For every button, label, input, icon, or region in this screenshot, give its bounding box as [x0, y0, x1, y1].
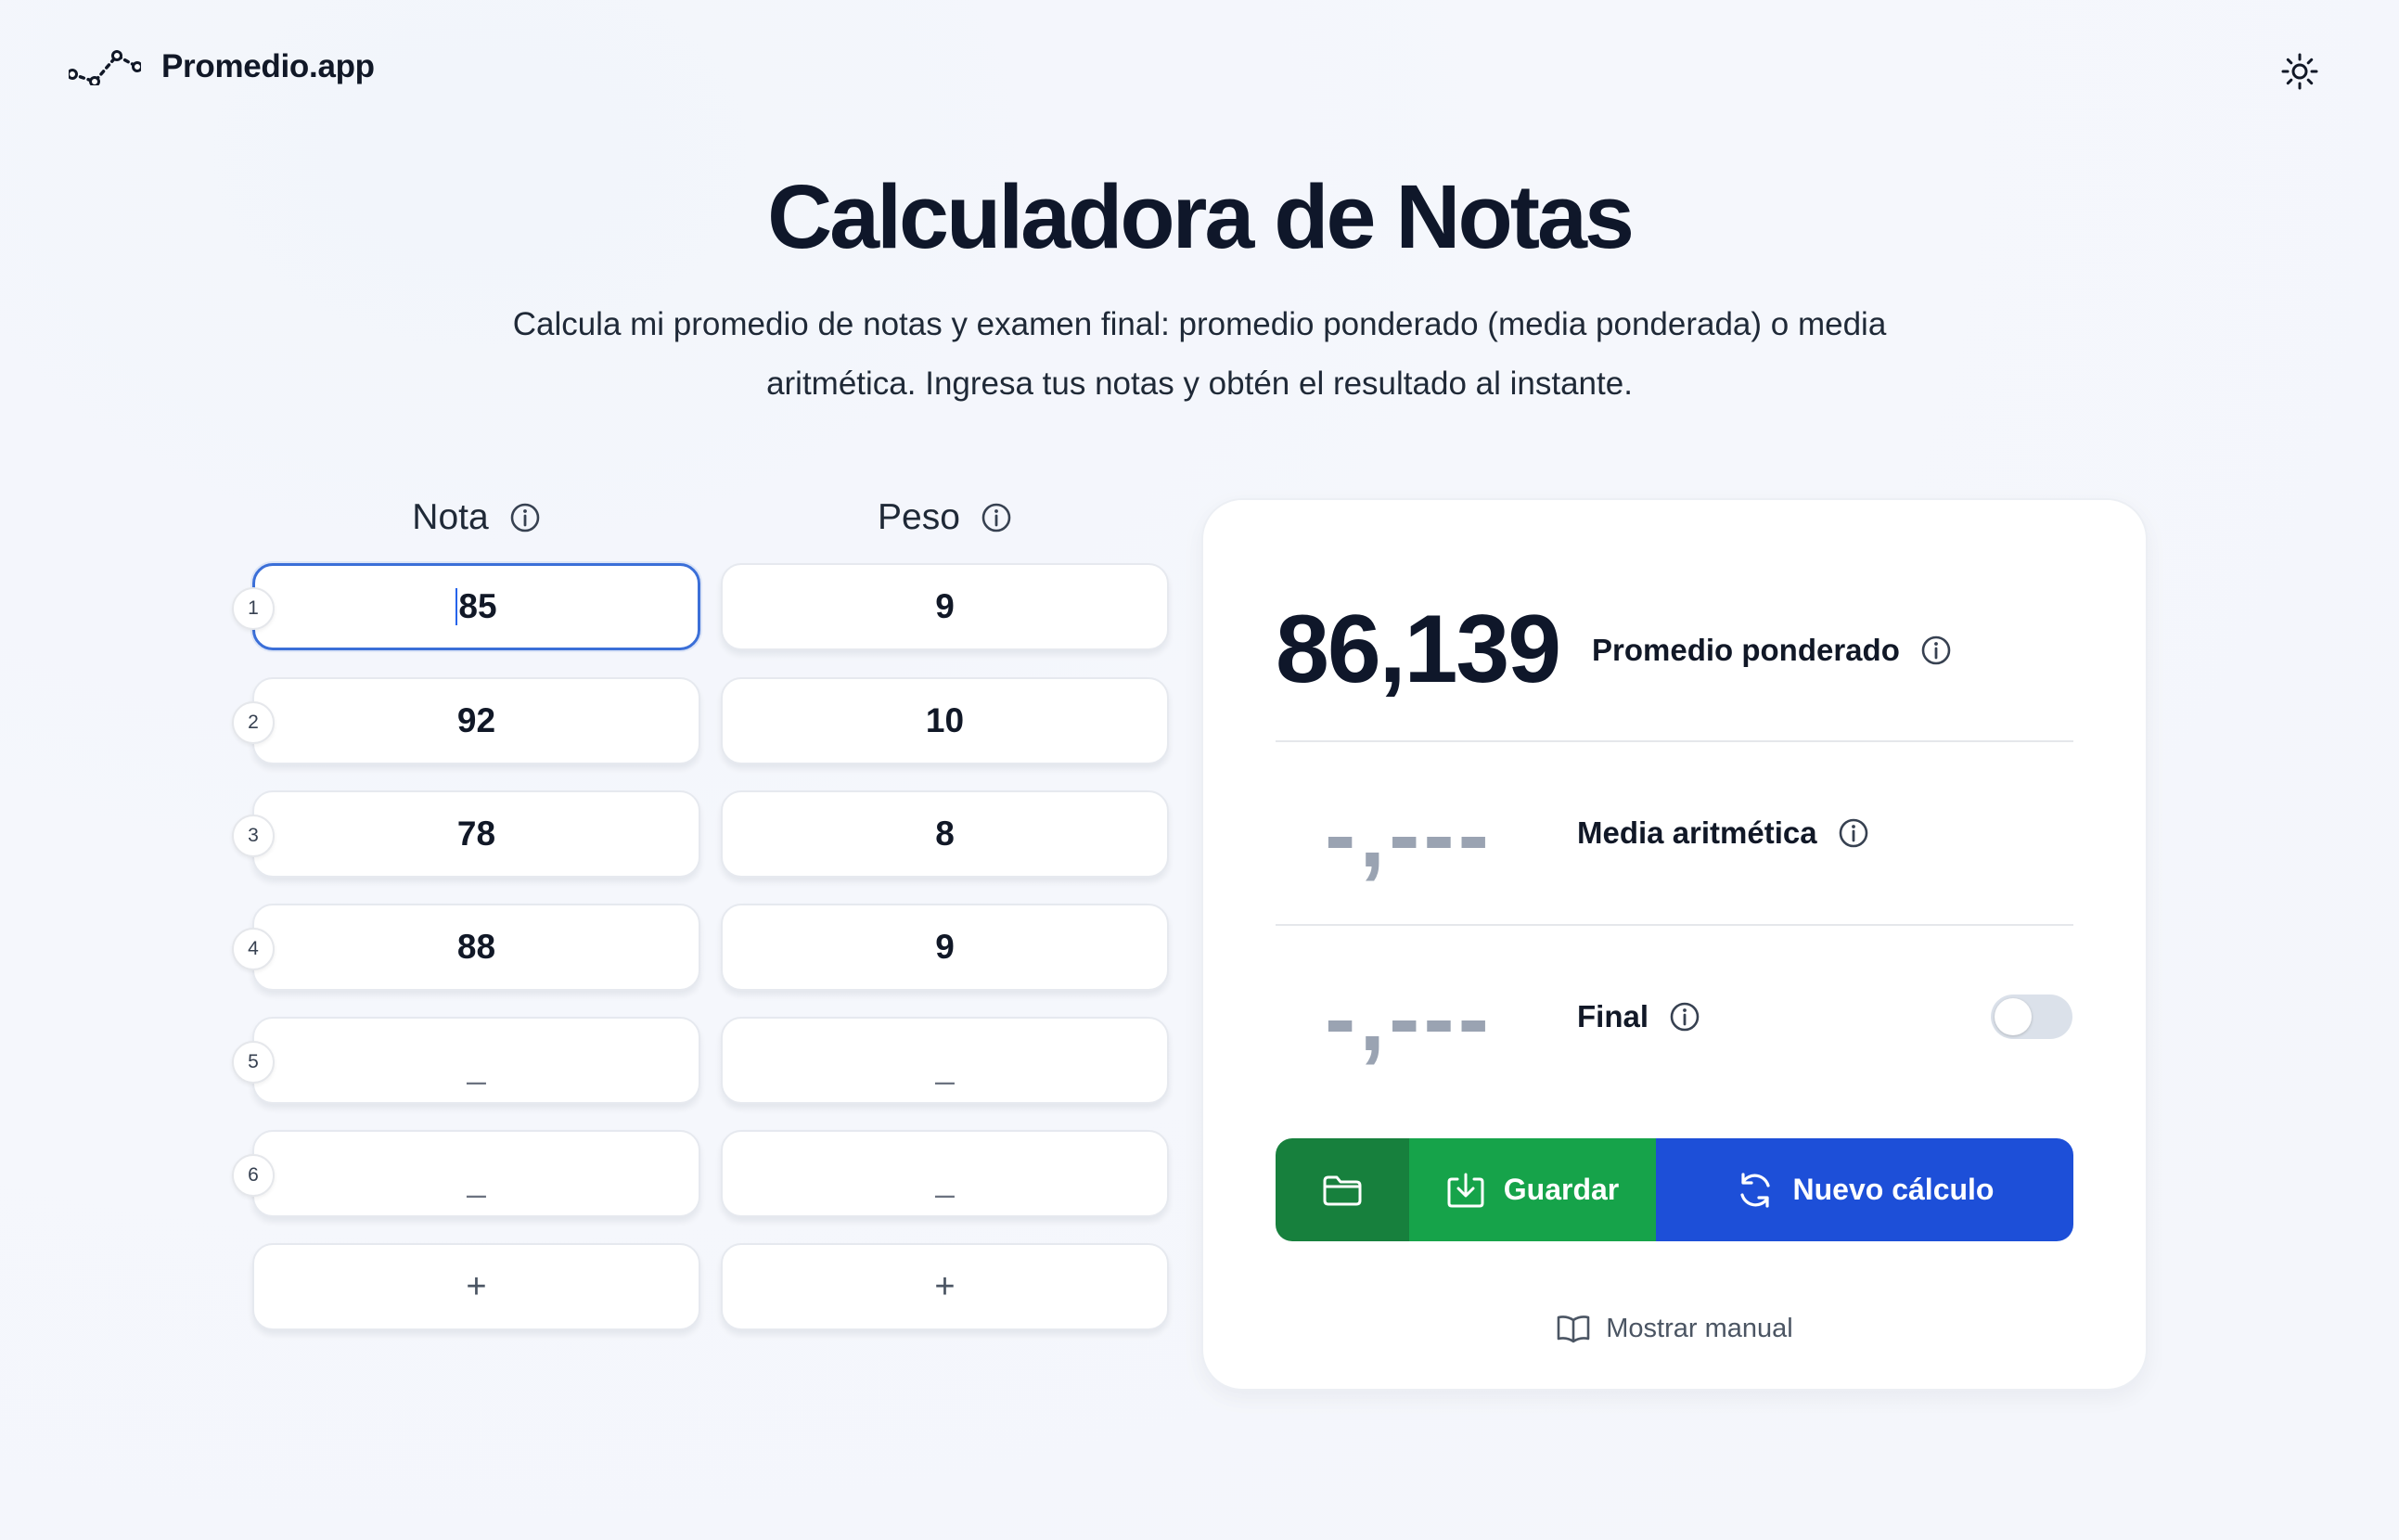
- add-label: +: [466, 1266, 487, 1306]
- theme-toggle-button[interactable]: [2277, 48, 2323, 95]
- new-calculation-label: Nuevo cálculo: [1792, 1173, 1995, 1206]
- nota-value: 78: [456, 815, 496, 853]
- brand-name: Promedio.app: [161, 48, 375, 84]
- final-toggle[interactable]: [1991, 995, 2072, 1039]
- arith-label-text: Media aritmética: [1577, 815, 1817, 850]
- peso-value: 9: [935, 928, 955, 966]
- nota-header-label: Nota: [412, 497, 489, 537]
- row-number: 3: [232, 815, 275, 857]
- folder-icon: [1323, 1175, 1362, 1205]
- peso-column-header: Peso: [721, 492, 1169, 544]
- peso-placeholder: _: [935, 1161, 955, 1199]
- peso-input[interactable]: _: [721, 1017, 1169, 1104]
- info-icon[interactable]: [981, 502, 1012, 533]
- divider: [1276, 740, 2073, 742]
- peso-value: 10: [925, 701, 965, 739]
- peso-input[interactable]: _: [721, 1130, 1169, 1217]
- nota-input[interactable]: _: [252, 1130, 700, 1217]
- nota-input[interactable]: 92: [252, 677, 700, 764]
- manual-label: Mostrar manual: [1606, 1313, 1793, 1343]
- book-open-icon: [1557, 1315, 1590, 1343]
- row-number: 2: [232, 701, 275, 744]
- peso-input[interactable]: 9: [721, 563, 1169, 650]
- arithmetic-mean-label: Media aritmética: [1577, 810, 1869, 856]
- sun-icon: [2281, 53, 2318, 90]
- final-label-text: Final: [1577, 999, 1649, 1033]
- final-value: -,---: [1325, 967, 1493, 1071]
- nota-value: 88: [456, 928, 496, 966]
- peso-input[interactable]: 9: [721, 904, 1169, 991]
- show-manual-link[interactable]: Mostrar manual: [1276, 1306, 2073, 1351]
- page-subtitle: Calcula mi promedio de notas y examen fi…: [457, 295, 1942, 414]
- nota-value: 85: [458, 587, 497, 625]
- chart-line-logo-icon: [69, 50, 141, 85]
- peso-header-label: Peso: [878, 497, 960, 537]
- row-number: 4: [232, 928, 275, 970]
- info-icon[interactable]: [1669, 1001, 1700, 1033]
- new-calculation-button[interactable]: Nuevo cálculo: [1656, 1138, 2073, 1241]
- row-number: 1: [232, 587, 275, 630]
- weighted-average-label: Promedio ponderado: [1592, 627, 1952, 674]
- text-caret: [455, 588, 458, 625]
- nota-value: 92: [456, 701, 496, 739]
- add-peso-row-button[interactable]: +: [721, 1243, 1169, 1330]
- open-folder-button[interactable]: [1276, 1138, 1409, 1241]
- refresh-icon: [1739, 1172, 1770, 1208]
- info-icon[interactable]: [509, 502, 541, 533]
- divider: [1276, 924, 2073, 926]
- nota-input[interactable]: 85: [252, 563, 700, 650]
- download-icon: [1447, 1173, 1484, 1207]
- weighted-label-text: Promedio ponderado: [1592, 633, 1900, 667]
- peso-input[interactable]: 10: [721, 677, 1169, 764]
- arithmetic-mean-value: -,---: [1325, 783, 1493, 887]
- weighted-average-value: 86,139: [1276, 596, 1561, 703]
- toggle-knob: [1995, 998, 2032, 1035]
- nota-input[interactable]: 78: [252, 790, 700, 878]
- nota-column-header: Nota: [252, 492, 700, 544]
- save-label: Guardar: [1503, 1173, 1620, 1206]
- nota-input[interactable]: _: [252, 1017, 700, 1104]
- peso-placeholder: _: [935, 1047, 955, 1085]
- page-title: Calculadora de Notas: [767, 166, 1635, 267]
- nota-input[interactable]: 88: [252, 904, 700, 991]
- peso-input[interactable]: 8: [721, 790, 1169, 878]
- action-bar: Guardar Nuevo cálculo: [1276, 1138, 2073, 1241]
- info-icon[interactable]: [1838, 817, 1869, 849]
- nota-placeholder: _: [467, 1047, 486, 1085]
- subtitle-line-1: Calcula mi promedio de notas y examen fi…: [512, 306, 1887, 342]
- row-number: 6: [232, 1154, 275, 1197]
- peso-value: 9: [935, 587, 955, 625]
- add-label: +: [934, 1266, 956, 1306]
- row-number: 5: [232, 1041, 275, 1084]
- subtitle-line-2: aritmética. Ingresa tus notas y obtén el…: [766, 366, 1633, 402]
- nota-placeholder: _: [467, 1161, 486, 1199]
- add-nota-row-button[interactable]: +: [252, 1243, 700, 1330]
- brand[interactable]: Promedio.app: [69, 48, 375, 85]
- info-icon[interactable]: [1920, 635, 1952, 666]
- peso-value: 8: [935, 815, 955, 853]
- final-label: Final: [1577, 994, 1700, 1040]
- save-button[interactable]: Guardar: [1409, 1138, 1656, 1241]
